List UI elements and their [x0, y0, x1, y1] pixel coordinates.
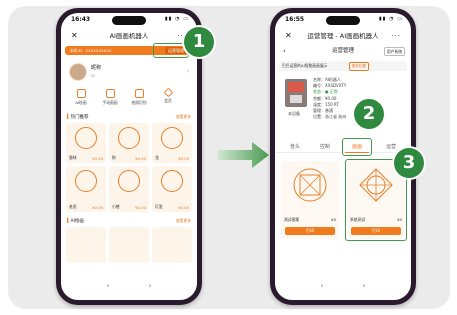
back-icon[interactable]: ‹: [301, 281, 343, 290]
page-action-button[interactable]: 用户系统: [383, 47, 405, 56]
step-badge-1: 1: [184, 27, 214, 57]
section-hot-title: ▍热门推荐: [67, 115, 89, 120]
lantern-drawing: [161, 170, 183, 192]
signal-icon: ▮▮ ◔ ▭: [378, 16, 403, 22]
page-title: 运营管理: [331, 48, 354, 54]
card-ai-2[interactable]: [109, 227, 149, 263]
step-badge-3: 3: [394, 148, 424, 178]
square-pattern-drawing: [293, 168, 327, 202]
card-ai-1[interactable]: [66, 227, 106, 263]
diamond-icon: [163, 87, 173, 98]
arrow-right-icon: [218, 142, 269, 168]
dynamic-island: [326, 16, 360, 25]
browser-nav: ‹ ›: [61, 281, 197, 290]
device-image: [285, 79, 307, 107]
tab-control[interactable]: 控制: [313, 141, 337, 153]
more-icon[interactable]: ···: [391, 29, 401, 43]
card-dog[interactable]: 狗 ¥0.00: [109, 123, 149, 163]
left-screen: 16:43 ▮▮ ◔ ▭ ✕ AI画画机器人 ··· 本机ID：XXXXXXXX…: [61, 13, 197, 300]
status-time: 16:55: [285, 16, 305, 23]
signal-icon: ▮▮ ◔ ▭: [164, 16, 189, 22]
pig-drawing: [118, 170, 140, 192]
avatar: [69, 63, 87, 81]
status-time: 16:43: [71, 16, 91, 23]
browser-nav: ‹ ›: [275, 281, 411, 290]
menu-item-hand-draw[interactable]: 手动画画: [100, 89, 120, 106]
card-cat[interactable]: 猫咪 ¥0.00: [66, 123, 106, 163]
menu-item-vip[interactable]: 会员: [158, 87, 178, 104]
print-button[interactable]: 打印: [285, 227, 335, 235]
user-id: ID: [91, 73, 96, 78]
tiger-drawing: [75, 170, 97, 192]
card-dragon[interactable]: 龙 ¥0.00: [152, 123, 192, 163]
highlight-drawing-tab: [342, 138, 372, 156]
profile-chevron-icon[interactable]: ›: [187, 68, 189, 75]
back-chevron-icon[interactable]: ‹: [283, 45, 286, 57]
tutorial-canvas: 16:43 ▮▮ ◔ ▭ ✕ AI画画机器人 ··· 本机ID：XXXXXXXX…: [8, 6, 450, 309]
card-ai-3[interactable]: [152, 227, 192, 263]
card-tiger[interactable]: 老虎 ¥0.00: [66, 166, 106, 212]
section-hot-more[interactable]: 查看更多: [176, 114, 191, 120]
pen-icon: [105, 89, 115, 98]
drawing-card-test: 测试图案 ¥0 打印: [281, 161, 339, 239]
tab-basic[interactable]: 普头: [283, 141, 307, 153]
dragon-drawing: [161, 127, 183, 149]
left-phone: 16:43 ▮▮ ◔ ▭ ✕ AI画画机器人 ··· 本机ID：XXXXXXXX…: [56, 8, 202, 305]
camera-icon: [134, 89, 144, 98]
user-name: 昵称: [91, 65, 102, 71]
page-header: ‹ 运营管理 用户系统: [275, 45, 411, 57]
app-title: 运营管理 - AI画画机器人: [307, 32, 379, 40]
back-icon[interactable]: ‹: [87, 281, 129, 290]
banner-text: 本机ID：XXXXXXXXXX: [70, 48, 112, 53]
forward-icon[interactable]: ›: [343, 281, 385, 290]
shop-row: 巴巴运营的AI智能画画展示 更新位置: [279, 61, 407, 71]
dynamic-island: [112, 16, 146, 25]
robot-icon: [76, 89, 86, 98]
close-icon[interactable]: ✕: [285, 29, 292, 43]
shop-update-button[interactable]: 更新位置: [348, 62, 369, 71]
menu-item-photo[interactable]: 拍照识别: [129, 89, 149, 106]
app-title: AI画画机器人: [109, 32, 149, 40]
card-lantern[interactable]: 灯笼 ¥0.00: [152, 166, 192, 212]
shop-name: 巴巴运营的AI智能画画展示: [282, 63, 328, 68]
section-ai-title: ▍AI绘画: [67, 219, 84, 224]
card-pig[interactable]: 小猪 ¥0.00: [109, 166, 149, 212]
menu-item-ai-draw[interactable]: AI绘画: [71, 89, 91, 106]
dog-drawing: [118, 127, 140, 149]
drawing-label: 测试图案: [284, 217, 300, 222]
drawing-price: ¥0: [331, 217, 336, 222]
device-caption: 本设备: [288, 111, 300, 116]
close-icon[interactable]: ✕: [71, 29, 78, 43]
right-screen: 16:55 ▮▮ ◔ ▭ ✕ 运营管理 - AI画画机器人 ··· ‹ 运营管理…: [275, 13, 411, 300]
section-ai-more[interactable]: 查看更多: [176, 218, 191, 224]
app-navbar: ✕ 运营管理 - AI画画机器人 ···: [275, 29, 411, 43]
step-badge-2: 2: [354, 99, 384, 129]
forward-icon[interactable]: ›: [129, 281, 171, 290]
cat-drawing: [75, 127, 97, 149]
app-navbar: ✕ AI画画机器人 ···: [61, 29, 197, 43]
